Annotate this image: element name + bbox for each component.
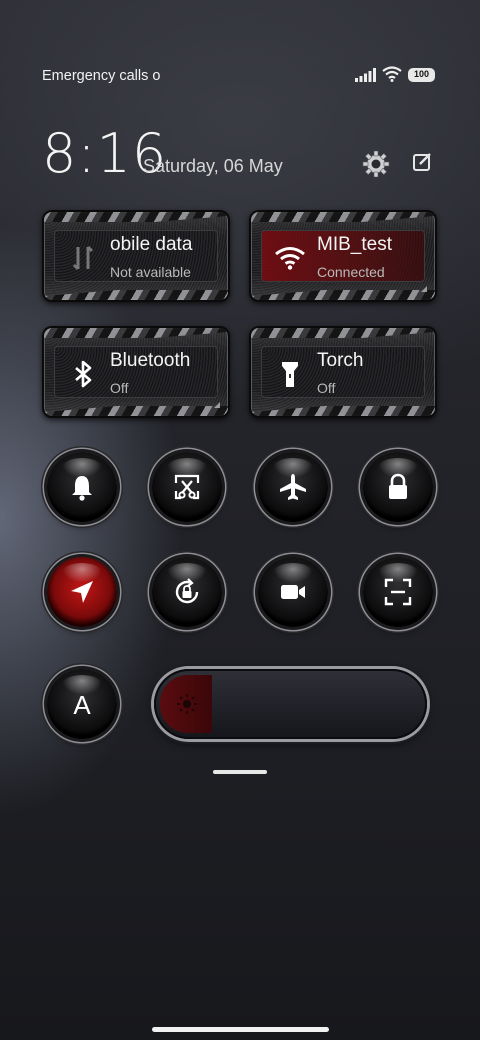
- video-camera-icon: [281, 585, 305, 599]
- expand-corner-icon[interactable]: [421, 286, 427, 292]
- tile-title: Torch: [317, 350, 364, 371]
- auto-brightness-label: A: [73, 690, 91, 719]
- sun-icon: [177, 694, 197, 714]
- toggle-screenshot[interactable]: [152, 452, 222, 522]
- brightness-slider[interactable]: [154, 669, 427, 739]
- tile-decoration: [251, 406, 435, 416]
- tile-title: Bluetooth: [110, 350, 191, 371]
- tile-decoration: [44, 290, 228, 300]
- panel-drag-handle[interactable]: [213, 770, 267, 774]
- tile-subtitle: Connected: [317, 264, 385, 280]
- auto-brightness-icon: A: [73, 690, 91, 719]
- tile-mobile-data[interactable]: obile data Not available: [42, 210, 230, 302]
- wifi-icon: [275, 247, 305, 270]
- toggle-lock-screen[interactable]: [363, 452, 433, 522]
- airplane-icon: [280, 474, 306, 500]
- flashlight-icon: [282, 362, 298, 387]
- battery-icon: 100: [408, 68, 435, 82]
- tile-decoration: [44, 328, 228, 338]
- expand-corner-icon[interactable]: [214, 402, 220, 408]
- toggle-rotation-lock[interactable]: [152, 557, 222, 627]
- tile-decoration: [251, 290, 435, 300]
- tile-bluetooth[interactable]: Bluetooth Off: [42, 326, 230, 418]
- status-carrier-text: Emergency calls o: [42, 68, 161, 84]
- tile-title: MIB_test: [317, 234, 392, 255]
- mobile-data-icon: [72, 245, 94, 271]
- tile-subtitle: Not available: [110, 264, 191, 280]
- tile-torch[interactable]: Torch Off: [249, 326, 437, 418]
- edit-icon[interactable]: [411, 151, 433, 173]
- toggle-location[interactable]: [47, 557, 117, 627]
- tile-decoration: [44, 212, 228, 222]
- toggle-screen-recorder[interactable]: [258, 557, 328, 627]
- lock-icon: [389, 473, 407, 499]
- tile-wifi[interactable]: MIB_test Connected: [249, 210, 437, 302]
- toggle-auto-brightness[interactable]: A: [47, 669, 117, 739]
- wifi-icon: [382, 66, 402, 82]
- tile-decoration: [251, 328, 435, 338]
- tile-subtitle: Off: [110, 380, 129, 396]
- tile-subtitle: Off: [317, 380, 336, 396]
- screenshot-icon: [174, 474, 200, 500]
- bell-icon: [72, 476, 92, 501]
- bluetooth-icon: [75, 360, 92, 388]
- toggle-scanner[interactable]: [363, 557, 433, 627]
- signal-icon: [355, 68, 376, 82]
- home-indicator[interactable]: [152, 1027, 329, 1032]
- scan-icon: [384, 578, 412, 606]
- tile-decoration: [44, 406, 228, 416]
- tile-decoration: [251, 212, 435, 222]
- rotation-lock-icon: [175, 578, 199, 604]
- tile-title: obile data: [110, 234, 193, 255]
- gear-icon[interactable]: [361, 149, 391, 179]
- location-icon: [71, 581, 93, 603]
- date-label: Saturday, 06 May: [143, 156, 283, 176]
- toggle-sound[interactable]: [47, 452, 117, 522]
- toggle-airplane[interactable]: [258, 452, 328, 522]
